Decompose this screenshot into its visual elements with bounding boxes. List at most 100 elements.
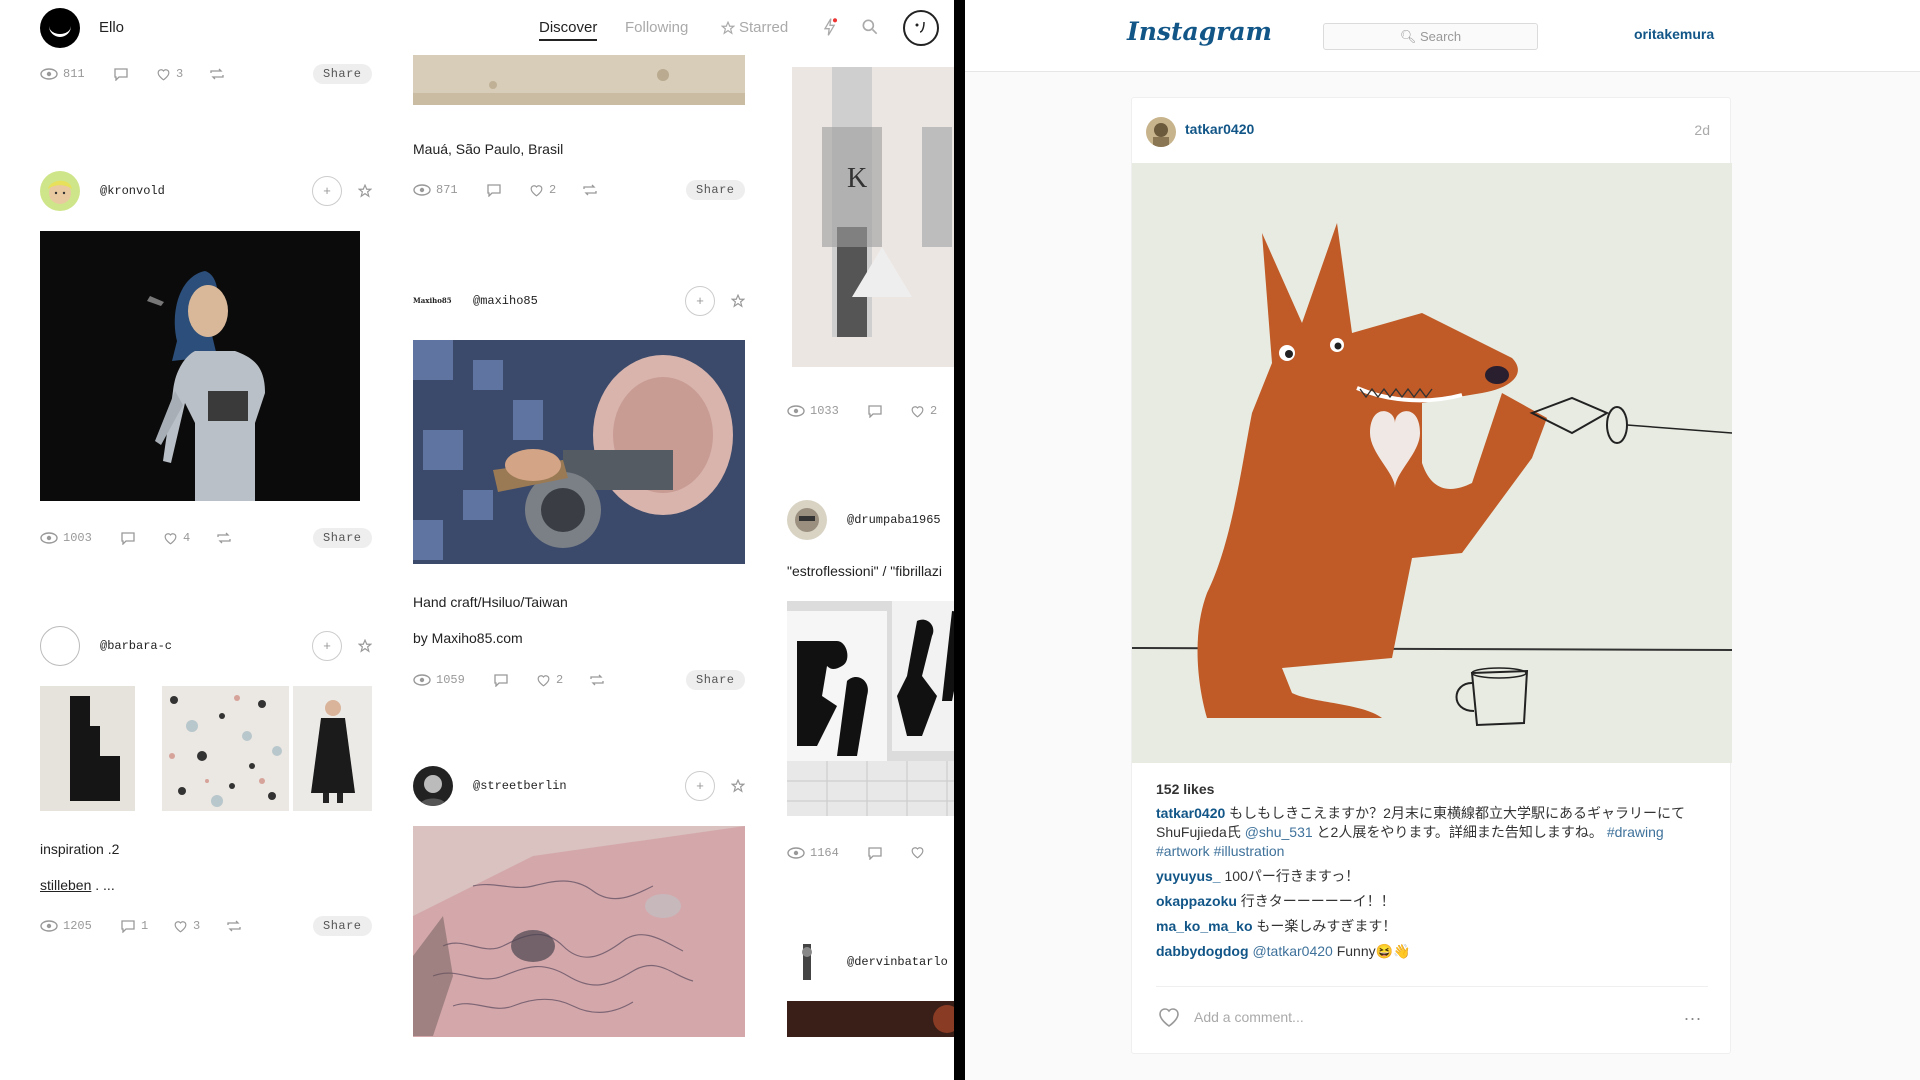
ello-brand[interactable]: Ello xyxy=(99,19,124,36)
comment-icon[interactable] xyxy=(493,673,509,687)
share-button[interactable]: Share xyxy=(313,64,372,84)
comment-username[interactable]: ma_ko_ma_ko xyxy=(1156,918,1253,934)
post-caption: tatkar0420 もしもしきこえますか？2月末に東横線都立大学駅にあるギャラ… xyxy=(1156,804,1706,861)
star-icon[interactable] xyxy=(358,184,372,198)
avatar[interactable] xyxy=(413,766,453,806)
comments-stat[interactable]: 1 xyxy=(120,919,148,933)
post-image-robot[interactable] xyxy=(40,231,360,501)
caption-mention[interactable]: @shu_531 xyxy=(1245,824,1313,840)
hashtag-link[interactable]: #drawing xyxy=(1607,824,1664,840)
star-icon[interactable] xyxy=(731,779,745,793)
views-stat: 1205 xyxy=(40,919,92,933)
repost-icon[interactable] xyxy=(216,531,232,545)
comment-icon[interactable] xyxy=(867,404,883,418)
heart-icon xyxy=(530,184,543,197)
follow-button[interactable]: + xyxy=(312,176,342,206)
post-username[interactable]: tatkar0420 xyxy=(1185,121,1254,137)
post-caption: "estroflessioni" / "fibrillazi xyxy=(787,563,942,579)
post-header: Maxiho85 @maxiho85 + xyxy=(413,281,745,321)
post-image-collage[interactable]: K xyxy=(792,67,954,367)
star-icon[interactable] xyxy=(358,639,372,653)
post-header: @drumpaba1965 xyxy=(787,500,954,540)
share-button[interactable]: Share xyxy=(313,528,372,548)
avatar[interactable] xyxy=(40,171,80,211)
caption-username[interactable]: tatkar0420 xyxy=(1156,805,1225,821)
nav-starred-label: Starred xyxy=(739,19,789,36)
notifications-icon[interactable] xyxy=(820,17,840,37)
username[interactable]: @kronvold xyxy=(100,184,165,198)
post-image-black-dress[interactable] xyxy=(293,686,372,811)
username[interactable]: @streetberlin xyxy=(473,779,567,793)
caption-text: もしもしきこえますか？2月末に東横線都立大学駅にあるギャラリーにて xyxy=(1229,805,1685,821)
share-button[interactable]: Share xyxy=(313,916,372,936)
avatar[interactable] xyxy=(40,626,80,666)
nav-starred[interactable]: Starred xyxy=(721,19,788,36)
loves-stat[interactable]: 3 xyxy=(173,919,200,933)
comment-username[interactable]: dabbydogdog xyxy=(1156,943,1249,959)
hashtag-link[interactable]: #artwork xyxy=(1156,843,1210,859)
follow-button[interactable]: + xyxy=(685,286,715,316)
loves-stat[interactable]: 2 xyxy=(910,404,937,418)
username[interactable]: @maxiho85 xyxy=(473,294,538,308)
comment-icon[interactable] xyxy=(486,183,502,197)
post-image-fox-illustration[interactable] xyxy=(1132,163,1732,763)
like-heart-icon[interactable] xyxy=(1156,1006,1182,1028)
post-image-black-shape[interactable] xyxy=(40,686,135,811)
post-image-terrazzo[interactable] xyxy=(162,686,289,811)
avatar[interactable] xyxy=(787,500,827,540)
loves-stat[interactable]: 2 xyxy=(529,183,556,197)
repost-icon[interactable] xyxy=(589,673,605,687)
avatar[interactable] xyxy=(787,942,827,982)
avatar[interactable]: Maxiho85 xyxy=(413,281,453,321)
loves-stat[interactable]: 4 xyxy=(163,531,190,545)
loves-count: 3 xyxy=(176,67,184,81)
loves-stat[interactable]: 3 xyxy=(156,67,183,81)
user-avatar-button[interactable] xyxy=(903,10,939,46)
heart-icon xyxy=(174,920,187,933)
share-button[interactable]: Share xyxy=(686,180,745,200)
likes-count[interactable]: 152 likes xyxy=(1156,781,1214,797)
username[interactable]: @drumpaba1965 xyxy=(847,513,941,527)
views-stat: 871 xyxy=(413,183,458,197)
comment-username[interactable]: yuyuyus_ xyxy=(1156,868,1221,884)
views-count: 1059 xyxy=(436,673,465,687)
username[interactable]: @dervinbatarlo xyxy=(847,955,948,969)
share-button[interactable]: Share xyxy=(686,670,745,690)
comment-username[interactable]: okappazoku xyxy=(1156,893,1237,909)
repost-icon[interactable] xyxy=(226,919,242,933)
star-icon[interactable] xyxy=(731,294,745,308)
heart-icon[interactable] xyxy=(910,846,925,859)
comment-icon[interactable] xyxy=(867,846,883,860)
post-image-dark[interactable] xyxy=(787,1001,954,1037)
repost-icon[interactable] xyxy=(209,67,225,81)
avatar[interactable] xyxy=(1146,117,1176,147)
follow-button[interactable]: + xyxy=(685,771,715,801)
post-stats: 1003 4 Share xyxy=(40,528,372,551)
instagram-logo[interactable]: Instagram xyxy=(1127,17,1272,46)
comment-mention[interactable]: @tatkar0420 xyxy=(1252,943,1332,959)
post-image-street-art[interactable] xyxy=(413,826,745,1037)
post-timestamp[interactable]: 2d xyxy=(1694,122,1710,138)
username[interactable]: @barbara-c xyxy=(100,639,172,653)
post-image-sand[interactable] xyxy=(413,55,745,105)
instagram-window: Instagram 🔍︎ Search oritakemura tatkar04… xyxy=(965,0,1920,1080)
follow-button[interactable]: + xyxy=(312,631,342,661)
loves-stat[interactable]: 2 xyxy=(536,673,563,687)
post-image-woodturning[interactable] xyxy=(413,340,745,564)
search-icon: 🔍︎ xyxy=(1399,29,1420,44)
comment-icon[interactable] xyxy=(120,531,136,545)
search-icon[interactable] xyxy=(860,17,880,37)
hashtag-link[interactable]: #illustration xyxy=(1214,843,1285,859)
more-options-icon[interactable]: ... xyxy=(1684,1004,1702,1025)
search-input[interactable]: 🔍︎ Search xyxy=(1323,23,1538,50)
ello-logo[interactable] xyxy=(40,8,80,48)
post-image-black-white-art[interactable] xyxy=(787,601,954,816)
add-comment-input[interactable]: Add a comment... xyxy=(1194,1009,1304,1025)
current-user-link[interactable]: oritakemura xyxy=(1634,26,1714,42)
nav-discover[interactable]: Discover xyxy=(539,19,598,41)
comment-icon[interactable] xyxy=(113,67,129,81)
post-link[interactable]: stilleben xyxy=(40,877,91,893)
nav-following[interactable]: Following xyxy=(625,19,688,36)
repost-icon[interactable] xyxy=(582,183,598,197)
views-count: 1003 xyxy=(63,531,92,545)
